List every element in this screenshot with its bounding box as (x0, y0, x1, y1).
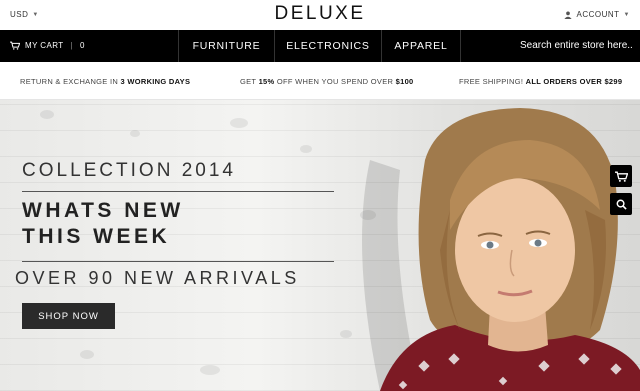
cart-icon (614, 171, 628, 182)
promo-discount-threshold: $100 (395, 77, 414, 86)
promo-shipping-highlight: ALL ORDERS OVER $299 (525, 77, 623, 86)
account-menu[interactable]: ACCOUNT ▼ (564, 10, 630, 19)
headline-line-1: WHATS NEW (22, 199, 184, 222)
arrivals-subheading: OVER 90 NEW ARRIVALS (15, 268, 300, 288)
cart-count: 0 (80, 41, 85, 50)
headline-line-2: THIS WEEK (22, 225, 171, 248)
my-cart-link[interactable]: MY CART | 0 (10, 41, 85, 50)
chevron-down-icon: ▼ (623, 11, 630, 18)
search-input[interactable]: Search entire store here... (520, 40, 632, 51)
category-links: FURNITURE ELECTRONICS APPAREL (178, 30, 461, 62)
collection-heading: COLLECTION 2014 (22, 160, 236, 181)
shop-now-button[interactable]: SHOP NOW (22, 303, 115, 329)
floating-search-button[interactable] (610, 193, 632, 215)
promo-returns-text: RETURN & EXCHANGE IN (20, 77, 121, 86)
divider-line (22, 191, 334, 192)
search-icon (616, 199, 627, 210)
promo-shipping: FREE SHIPPING! ALL ORDERS OVER $299 (459, 77, 622, 86)
hero-banner[interactable]: COLLECTION 2014 WHATS NEW THIS WEEK OVER… (0, 100, 640, 391)
user-icon (564, 11, 573, 19)
promo-returns-highlight: 3 WORKING DAYS (120, 77, 191, 86)
top-bar: USD ▼ DELUXE ACCOUNT ▼ (0, 0, 640, 30)
promo-discount-text-2: OFF WHEN YOU SPEND OVER (274, 77, 396, 86)
floating-cart-button[interactable] (610, 165, 632, 187)
promo-discount-text: GET (240, 77, 259, 86)
main-nav: MY CART | 0 FURNITURE ELECTRONICS APPARE… (0, 30, 640, 62)
site-logo[interactable]: DELUXE (0, 3, 640, 25)
promo-shipping-text: FREE SHIPPING! (459, 77, 526, 86)
cart-divider: | (70, 41, 73, 50)
promo-strip: RETURN & EXCHANGE IN 3 WORKING DAYS GET … (0, 62, 640, 100)
hero-headline: WHATS NEW THIS WEEK (22, 198, 184, 250)
nav-item-electronics[interactable]: ELECTRONICS (274, 30, 381, 62)
nav-item-apparel[interactable]: APPAREL (381, 30, 461, 62)
cart-icon (10, 41, 20, 50)
promo-discount: GET 15% OFF WHEN YOU SPEND OVER $100 (240, 77, 414, 86)
promo-returns: RETURN & EXCHANGE IN 3 WORKING DAYS (20, 77, 190, 86)
divider-line (22, 261, 334, 262)
account-label: ACCOUNT (576, 10, 620, 19)
promo-discount-percent: 15% (258, 77, 275, 86)
nav-item-furniture[interactable]: FURNITURE (178, 30, 274, 62)
cart-label: MY CART (25, 41, 64, 50)
